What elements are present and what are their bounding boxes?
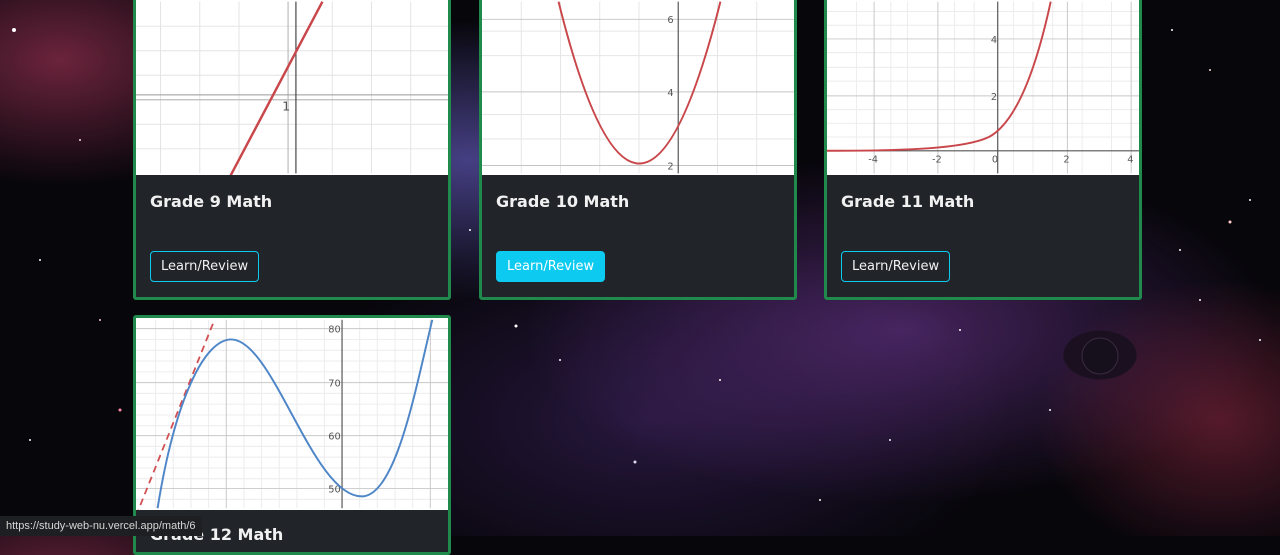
grade-12-cubic-graph: 80 70 60 50	[136, 318, 448, 510]
grade-10-parabola-graph: 6 4 2	[482, 0, 794, 175]
grade-10-title: Grade 10 Math	[496, 192, 630, 211]
status-bar-url: https://study-web-nu.vercel.app/math/6	[0, 516, 202, 536]
g11-tick-x2: 2	[1063, 155, 1069, 166]
g9-tick-label: 1	[282, 100, 290, 115]
g11-tick-y2: 2	[991, 92, 997, 103]
grade-11-card: 4 2 -4 -2 0 2 4 Grade 11 Math Learn/Revi…	[824, 0, 1142, 300]
g11-tick-xm2: -2	[932, 155, 942, 166]
g12-tick-60: 60	[328, 432, 340, 443]
g11-tick-y4: 4	[991, 35, 997, 46]
grade-11-exponential-graph: 4 2 -4 -2 0 2 4	[827, 0, 1139, 175]
grade-9-title: Grade 9 Math	[150, 192, 273, 211]
grade-11-learn-review-button[interactable]: Learn/Review	[841, 251, 951, 282]
g12-tick-80: 80	[328, 325, 340, 336]
g11-tick-x4: 4	[1127, 155, 1133, 166]
grade-9-learn-review-button[interactable]: Learn/Review	[150, 251, 260, 282]
grade-11-title: Grade 11 Math	[841, 192, 975, 211]
g11-tick-x0: 0	[992, 155, 998, 166]
grade-10-card: 6 4 2 Grade 10 Math Learn/Review	[479, 0, 797, 300]
g10-tick-2: 2	[667, 161, 673, 172]
g12-tick-70: 70	[328, 379, 340, 390]
grade-10-learn-review-button[interactable]: Learn/Review	[496, 251, 606, 282]
g10-tick-6: 6	[667, 15, 673, 26]
grade-9-card: 1 Grade 9 Math Learn/Review	[133, 0, 451, 300]
grade-9-linear-graph: 1	[136, 0, 448, 175]
g11-tick-xm4: -4	[868, 155, 878, 166]
g10-tick-4: 4	[667, 88, 673, 99]
